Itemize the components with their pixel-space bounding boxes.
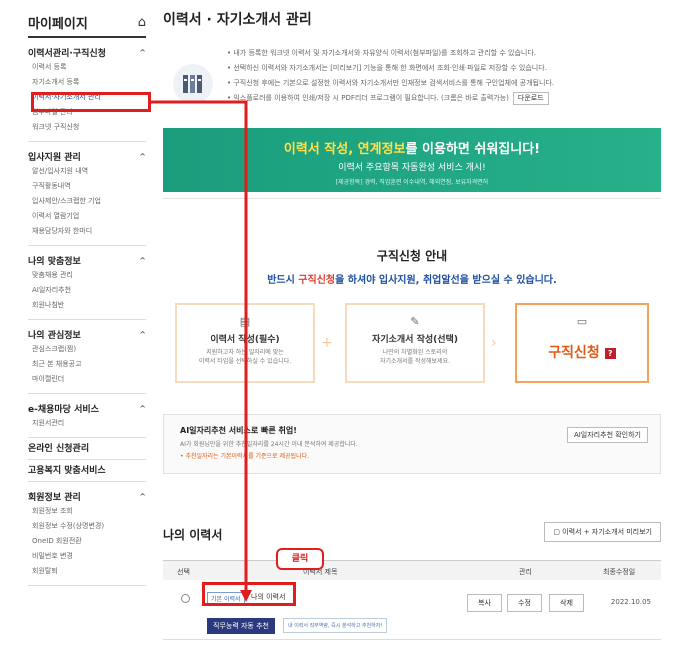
click-annotation: 클릭 [276,548,324,570]
annotation-arrow [151,100,252,602]
arrow-line [151,100,248,596]
highlight-resume-row [202,582,296,606]
